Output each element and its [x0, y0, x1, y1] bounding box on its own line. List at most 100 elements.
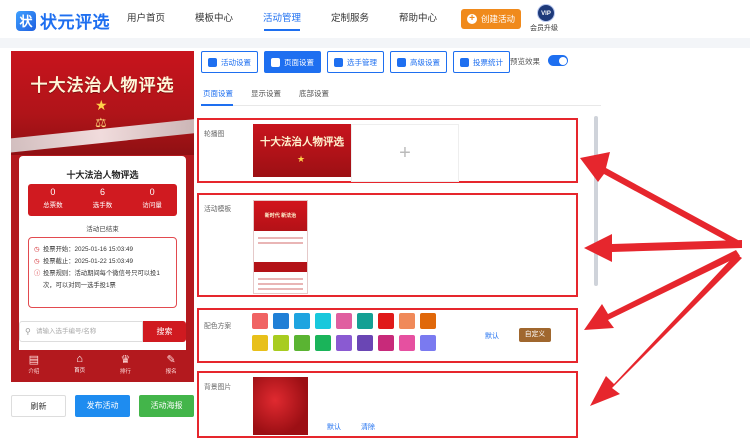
color-swatch[interactable]: [315, 335, 331, 351]
color-swatch[interactable]: [399, 313, 415, 329]
subtab-display-settings[interactable]: 显示设置: [242, 84, 290, 105]
top-nav-bar: 状 状元评选 用户首页 模板中心 活动管理 定制服务 帮助中心 + 创建活动 V…: [0, 0, 750, 38]
nav-help-center[interactable]: 帮助中心: [384, 0, 452, 38]
color-swatch[interactable]: [378, 335, 394, 351]
search-button[interactable]: 搜索: [143, 321, 186, 342]
page-settings-button[interactable]: 页面设置: [264, 51, 321, 73]
create-activity-button[interactable]: + 创建活动: [461, 9, 521, 29]
plus-icon: +: [466, 14, 477, 24]
background-image-thumbnail[interactable]: [253, 377, 308, 435]
background-clear-link[interactable]: 清除: [361, 422, 375, 432]
stat-value: 6: [100, 187, 106, 197]
color-swatch[interactable]: [294, 335, 310, 351]
button-label: 选手管理: [347, 57, 377, 67]
refresh-button[interactable]: 刷新: [11, 395, 66, 417]
color-swatch[interactable]: [357, 313, 373, 329]
add-carousel-image-button[interactable]: +: [351, 124, 459, 182]
color-swatch[interactable]: [357, 335, 373, 351]
stat-label: 选手数: [92, 202, 113, 209]
color-swatch[interactable]: [252, 313, 268, 329]
tab-home[interactable]: ⌂ 首页: [57, 350, 103, 382]
clock-icon: ◷: [34, 258, 40, 265]
color-swatch[interactable]: [420, 313, 436, 329]
stat-value: 0: [50, 187, 56, 197]
vote-start-text: 投票开始：2025-01-16 15:03:49: [43, 246, 133, 253]
background-image-label: 背景图片: [204, 384, 232, 391]
template-thumbnail-title: 新时代 新法治: [254, 201, 307, 231]
logo[interactable]: 状 状元评选: [16, 8, 110, 33]
phone-preview: 十大法治人物评选 ★ ⚖ 十大法治人物评选 0 总票数 6 选手数 0 访问量 …: [11, 51, 194, 382]
stat-label: 访问量: [142, 202, 162, 209]
home-icon: ⌂: [76, 353, 83, 365]
stat-value: 0: [149, 187, 155, 197]
color-swatch[interactable]: [336, 335, 352, 351]
advanced-settings-button[interactable]: 高级设置: [390, 51, 447, 73]
nav-activity-management[interactable]: 活动管理: [248, 0, 316, 38]
color-swatch[interactable]: [378, 313, 394, 329]
tab-label: 首页: [74, 368, 86, 374]
phone-tabbar: ▤ 介绍 ⌂ 首页 ♛ 排行 ✎ 报名: [11, 350, 194, 382]
color-default-link[interactable]: 默认: [485, 331, 499, 341]
contestant-search: ⚲ 请输入选手编号/名称 搜索: [19, 321, 186, 342]
vip-upgrade[interactable]: VIP 会员升级: [530, 4, 560, 33]
vip-badge-icon: VIP: [537, 4, 555, 22]
custom-color-button[interactable]: 自定义: [519, 328, 551, 342]
carousel-label: 轮播图: [204, 131, 225, 138]
scale-icon: ⚖: [95, 115, 107, 130]
carousel-image[interactable]: 十大法治人物评选 ★: [253, 124, 351, 177]
color-swatch[interactable]: [336, 313, 352, 329]
tab-ranking[interactable]: ♛ 排行: [103, 350, 149, 382]
nav-template-center[interactable]: 模板中心: [180, 0, 248, 38]
create-activity-label: 创建活动: [480, 14, 515, 24]
clock-icon: ◷: [34, 246, 40, 253]
button-label: 投票统计: [473, 57, 503, 67]
button-label: 活动设置: [221, 57, 251, 67]
color-swatch[interactable]: [273, 313, 289, 329]
phone-banner: 十大法治人物评选 ★ ⚖: [11, 51, 194, 155]
template-thumbnail[interactable]: 新时代 新法治: [253, 200, 308, 294]
preview-effect-label: 预览效果: [510, 57, 540, 66]
background-image-section: 背景图片 默认 清除: [197, 371, 578, 438]
subtab-footer-settings[interactable]: 底部设置: [290, 84, 338, 105]
settings-toolbar: 活动设置 页面设置 选手管理 高级设置 投票统计: [201, 51, 510, 73]
preview-actions: 刷新 发布活动 活动海报: [11, 395, 194, 417]
contestant-management-button[interactable]: 选手管理: [327, 51, 384, 73]
card-title: 十大法治人物评选: [66, 170, 139, 180]
activity-settings-button[interactable]: 活动设置: [201, 51, 258, 73]
arrow-to-template: [584, 234, 742, 262]
color-swatch[interactable]: [315, 313, 331, 329]
arrow-to-carousel: [580, 152, 738, 246]
activity-poster-button[interactable]: 活动海报: [139, 395, 194, 417]
color-swatch[interactable]: [252, 335, 268, 351]
subtab-page-settings[interactable]: 页面设置: [201, 84, 242, 106]
template-thumbnail-band: [254, 262, 307, 272]
logo-icon: 状: [16, 10, 36, 31]
preview-effect-toggle[interactable]: [548, 55, 568, 66]
color-swatch[interactable]: [294, 313, 310, 329]
search-icon: ⚲: [25, 327, 31, 336]
color-swatch[interactable]: [420, 335, 436, 351]
template-label: 活动模板: [204, 206, 232, 213]
star-icon: ★: [95, 97, 108, 113]
vote-end-line: ◷ 投票截止：2025-01-22 15:03:49: [34, 256, 171, 268]
contestant-search-input[interactable]: ⚲ 请输入选手编号/名称: [19, 321, 143, 342]
settings-scrollbar[interactable]: [594, 116, 598, 286]
color-scheme-label: 配色方案: [204, 323, 232, 330]
color-swatch[interactable]: [273, 335, 289, 351]
color-swatch[interactable]: [399, 335, 415, 351]
template-thumbnail-body: [254, 231, 307, 250]
tab-signup[interactable]: ✎ 报名: [148, 350, 194, 382]
logo-text: 状元评选: [40, 13, 110, 32]
tab-intro[interactable]: ▤ 介绍: [11, 350, 57, 382]
main-nav: 用户首页 模板中心 活动管理 定制服务 帮助中心: [112, 0, 452, 38]
carousel-section: 轮播图 十大法治人物评选 ★ +: [197, 118, 578, 183]
nav-user-home[interactable]: 用户首页: [112, 0, 180, 38]
color-swatches: [252, 313, 436, 351]
vote-statistics-button[interactable]: 投票统计: [453, 51, 510, 73]
background-default-link[interactable]: 默认: [327, 422, 341, 432]
tab-label: 报名: [165, 369, 177, 375]
vip-upgrade-label: 会员升级: [530, 25, 558, 32]
nav-custom-service[interactable]: 定制服务: [316, 0, 384, 38]
publish-activity-button[interactable]: 发布活动: [75, 395, 130, 417]
vote-end-text: 投票截止：2025-01-22 15:03:49: [43, 258, 133, 265]
